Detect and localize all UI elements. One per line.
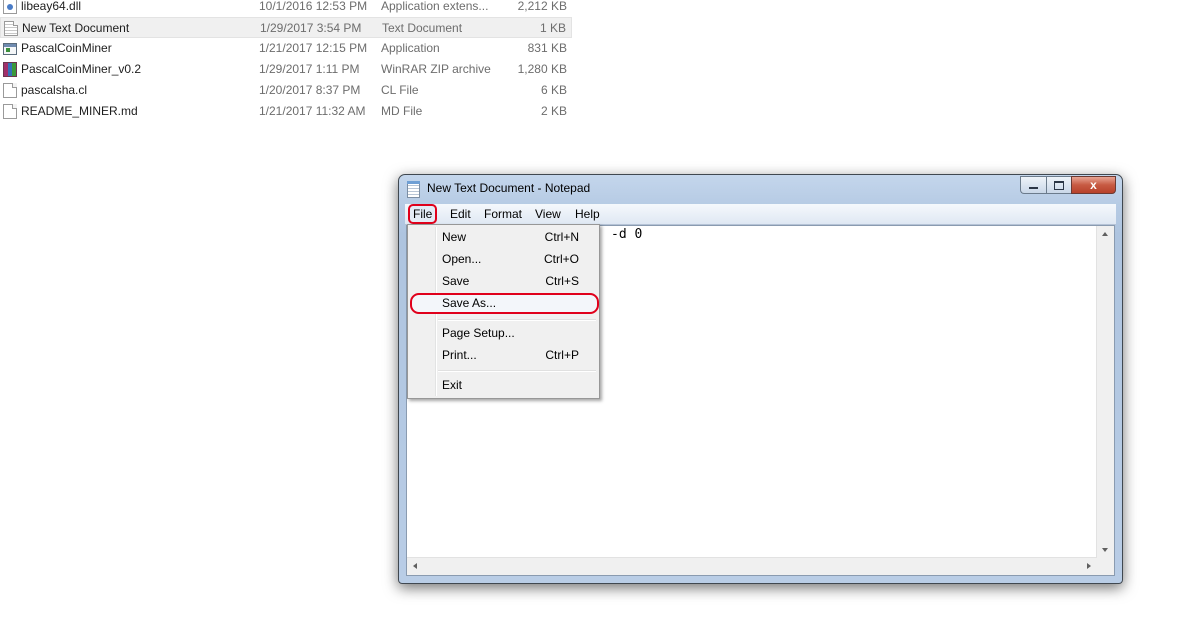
notepad-icon (407, 181, 420, 198)
file-type: CL File (381, 83, 419, 97)
file-row[interactable]: PascalCoinMiner_v0.2 1/29/2017 1:11 PM W… (0, 59, 572, 80)
file-list: libeay64.dll 10/1/2016 12:53 PM Applicat… (0, 0, 572, 122)
menu-edit[interactable]: Edit (446, 204, 475, 224)
menu-item-label: New (442, 230, 467, 244)
file-menu-dropdown: New Ctrl+N Open... Ctrl+O Save Ctrl+S Sa… (407, 224, 600, 399)
caption-buttons: x (1020, 176, 1116, 195)
menu-item-open[interactable]: Open... Ctrl+O (410, 248, 597, 270)
file-size: 1,280 KB (517, 62, 567, 76)
dll-file-icon (3, 0, 17, 14)
menu-separator (438, 319, 596, 321)
scroll-down-icon[interactable] (1102, 548, 1108, 552)
menu-item-print[interactable]: Print... Ctrl+P (410, 344, 597, 366)
editor-content: -d 0 (611, 227, 643, 242)
file-name: PascalCoinMiner_v0.2 (21, 62, 142, 76)
menu-item-label: Print... (442, 348, 477, 362)
menu-item-save[interactable]: Save Ctrl+S (410, 270, 597, 292)
application-icon (3, 43, 17, 55)
scroll-left-icon[interactable] (413, 563, 417, 569)
maximize-button[interactable] (1046, 176, 1071, 194)
menu-help[interactable]: Help (571, 204, 604, 224)
menu-format[interactable]: Format (480, 204, 526, 224)
menu-file[interactable]: File (408, 204, 438, 224)
winrar-archive-icon (3, 62, 17, 77)
file-name: New Text Document (22, 21, 130, 35)
maximize-icon (1054, 180, 1064, 190)
menu-item-shortcut: Ctrl+P (545, 348, 579, 362)
menu-item-label: Save As... (442, 296, 497, 310)
menu-item-save-as[interactable]: Save As... (410, 293, 599, 314)
minimize-icon (1029, 187, 1038, 189)
file-name: pascalsha.cl (21, 83, 88, 97)
file-size: 1 KB (539, 21, 566, 35)
file-type: WinRAR ZIP archive (381, 62, 491, 76)
close-button[interactable]: x (1071, 176, 1116, 194)
file-date: 10/1/2016 12:53 PM (259, 0, 368, 13)
menu-item-label: Page Setup... (442, 326, 515, 340)
horizontal-scrollbar[interactable] (407, 557, 1097, 575)
file-date: 1/21/2017 12:15 PM (259, 41, 368, 55)
file-name: libeay64.dll (21, 0, 82, 13)
scroll-up-icon[interactable] (1102, 232, 1108, 236)
file-name: PascalCoinMiner (21, 41, 112, 55)
file-row[interactable]: README_MINER.md 1/21/2017 11:32 AM MD Fi… (0, 101, 572, 122)
file-row-selected[interactable]: New Text Document 1/29/2017 3:54 PM Text… (0, 17, 572, 38)
menu-item-shortcut: Ctrl+N (544, 230, 579, 244)
menu-view[interactable]: View (531, 204, 565, 224)
file-date: 1/21/2017 11:32 AM (259, 104, 366, 118)
file-row[interactable]: pascalsha.cl 1/20/2017 8:37 PM CL File 6… (0, 80, 572, 101)
file-date: 1/20/2017 8:37 PM (259, 83, 361, 97)
file-row[interactable]: PascalCoinMiner 1/21/2017 12:15 PM Appli… (0, 38, 572, 59)
minimize-button[interactable] (1020, 176, 1046, 194)
file-type: MD File (381, 104, 423, 118)
file-size: 831 KB (527, 41, 567, 55)
close-icon: x (1090, 178, 1097, 192)
vertical-scrollbar[interactable] (1096, 226, 1114, 558)
file-type: Text Document (382, 21, 463, 35)
menu-item-exit[interactable]: Exit (410, 374, 597, 396)
file-size: 6 KB (540, 83, 567, 97)
blank-file-icon (3, 104, 17, 119)
blank-file-icon (3, 83, 17, 98)
scroll-right-icon[interactable] (1087, 563, 1091, 569)
file-name: README_MINER.md (21, 104, 138, 118)
file-row[interactable]: libeay64.dll 10/1/2016 12:53 PM Applicat… (0, 0, 572, 17)
file-size: 2 KB (540, 104, 567, 118)
file-type: Application (381, 41, 440, 55)
file-date: 1/29/2017 3:54 PM (260, 21, 362, 35)
menu-separator (438, 370, 596, 372)
menu-bar: File Edit Format View Help (405, 204, 1116, 225)
menu-item-page-setup[interactable]: Page Setup... (410, 322, 597, 344)
file-size: 2,212 KB (517, 0, 567, 13)
file-date: 1/29/2017 1:11 PM (259, 62, 360, 76)
menu-item-label: Open... (442, 252, 482, 266)
menu-item-label: Save (442, 274, 470, 288)
window-title: New Text Document - Notepad (427, 181, 591, 195)
menu-item-label: Exit (442, 378, 463, 392)
menu-item-shortcut: Ctrl+O (543, 252, 579, 266)
file-type: Application extens... (381, 0, 489, 13)
scrollbar-corner (1097, 558, 1114, 575)
menu-item-new[interactable]: New Ctrl+N (410, 226, 597, 248)
menu-item-shortcut: Ctrl+S (545, 274, 579, 288)
text-file-icon (4, 21, 18, 36)
